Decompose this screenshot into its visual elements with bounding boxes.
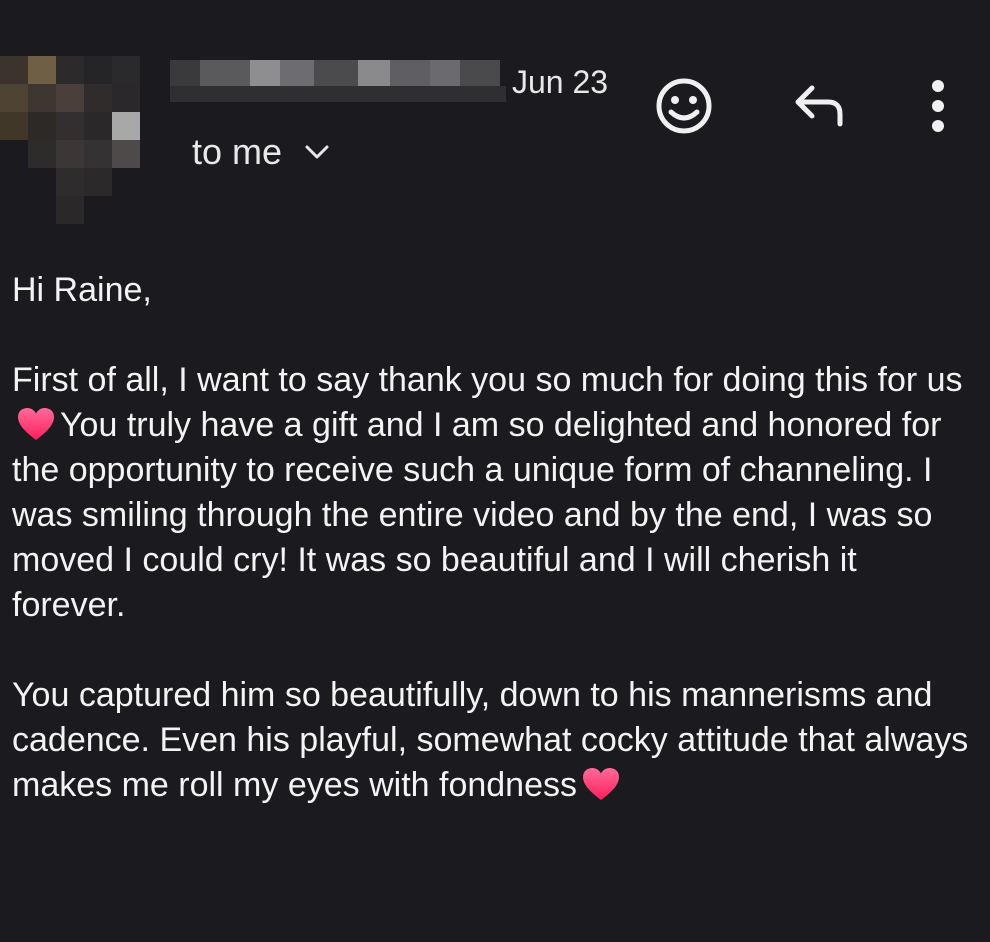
message-paragraph-2: You captured him so beautifully, down to…	[12, 673, 972, 808]
paragraph-1-text-end: You truly have a gift and I am so deligh…	[12, 406, 942, 624]
add-reaction-button[interactable]	[652, 76, 716, 140]
sender-name-redacted	[170, 56, 518, 102]
recipient-label: to me	[192, 131, 283, 172]
paragraph-1-text-start: First of all, I want to say thank you so…	[12, 361, 963, 399]
smiley-icon	[654, 76, 714, 141]
reply-icon	[792, 82, 848, 135]
more-vertical-icon	[928, 78, 948, 139]
message-paragraph-1: First of all, I want to say thank you so…	[12, 358, 972, 628]
chevron-down-icon	[304, 139, 330, 165]
greeting: Hi Raine,	[12, 271, 152, 309]
more-options-button[interactable]	[906, 76, 970, 140]
message-body: Hi Raine, First of all, I want to say th…	[12, 268, 972, 853]
heart-icon	[581, 766, 621, 802]
message-date: Jun 23	[506, 62, 609, 102]
paragraph-2-text: You captured him so beautifully, down to…	[12, 676, 969, 804]
recipient-details-toggle[interactable]: to me	[192, 130, 330, 174]
reply-button[interactable]	[788, 76, 852, 140]
avatar[interactable]	[0, 28, 150, 228]
heart-icon	[16, 406, 56, 442]
message-header: Jun 23 to me	[0, 0, 990, 230]
